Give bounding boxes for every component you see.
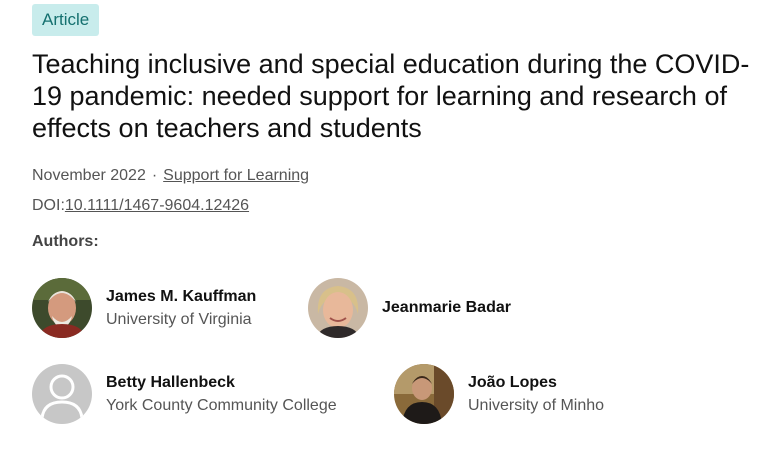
author-info: Jeanmarie Badar (382, 298, 511, 318)
doi-label: DOI: (32, 197, 65, 214)
user-placeholder-icon (32, 364, 92, 424)
author-affiliation: University of Virginia (106, 310, 252, 328)
authors-heading: Authors: (32, 233, 99, 250)
author-card[interactable]: James M. Kauffman University of Virginia (32, 278, 256, 338)
author-info: Betty Hallenbeck York County Community C… (106, 373, 337, 416)
author-name[interactable]: João Lopes (468, 373, 604, 393)
doi-link[interactable]: 10.1111/1467-9604.12426 (65, 197, 249, 214)
author-photo-icon (394, 364, 454, 424)
author-avatar[interactable] (394, 364, 454, 424)
author-name[interactable]: Betty Hallenbeck (106, 373, 337, 393)
author-name[interactable]: James M. Kauffman (106, 287, 256, 307)
doi-row: DOI:10.1111/1467-9604.12426 (32, 196, 767, 216)
author-photo-icon (308, 278, 368, 338)
author-name[interactable]: Jeanmarie Badar (382, 298, 511, 318)
author-card[interactable]: João Lopes University of Minho (394, 364, 604, 424)
meta-separator: · (151, 167, 158, 184)
authors-list: James M. Kauffman University of Virginia… (32, 278, 767, 428)
article-title: Teaching inclusive and special education… (32, 49, 750, 143)
author-info: James M. Kauffman University of Virginia (106, 287, 256, 330)
author-affiliation: York County Community College (106, 396, 337, 414)
author-card[interactable]: Betty Hallenbeck York County Community C… (32, 364, 337, 424)
author-avatar[interactable] (32, 278, 92, 338)
article-header: Article Teaching inclusive and special e… (32, 4, 767, 424)
author-info: João Lopes University of Minho (468, 373, 604, 416)
author-photo-icon (32, 278, 92, 338)
author-card[interactable]: Jeanmarie Badar (308, 278, 511, 338)
author-affiliation: University of Minho (468, 396, 605, 414)
author-avatar[interactable] (308, 278, 368, 338)
publication-date: November 2022 (32, 167, 146, 184)
article-meta: November 2022 · Support for Learning (32, 166, 767, 186)
journal-link[interactable]: Support for Learning (163, 167, 309, 184)
article-type-badge: Article (32, 4, 100, 36)
author-avatar[interactable] (32, 364, 92, 424)
